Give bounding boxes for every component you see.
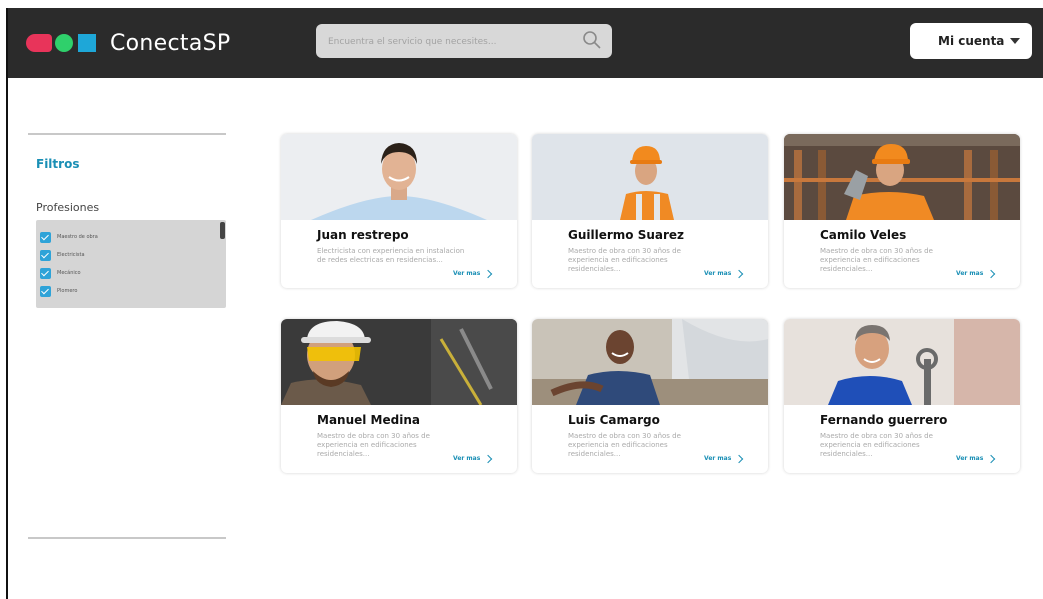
worker-name: Juan restrepo [317, 228, 409, 242]
chevron-right-icon [484, 454, 493, 463]
caret-down-icon [1010, 38, 1020, 44]
chevron-right-icon [987, 454, 996, 463]
see-more-link[interactable]: Ver mas [453, 269, 493, 278]
see-more-link[interactable]: Ver mas [453, 454, 493, 463]
worker-name: Guillermo Suarez [568, 228, 685, 242]
profession-option[interactable]: Mecánico [40, 267, 81, 279]
profession-label: Plomero [57, 288, 78, 294]
see-more-link[interactable]: Ver mas [704, 454, 744, 463]
see-more-link[interactable]: Ver mas [956, 269, 996, 278]
chevron-right-icon [735, 454, 744, 463]
worker-card[interactable]: Luis Camargo Maestro de obra con 30 años… [532, 319, 768, 473]
worker-photo [281, 134, 517, 220]
checkbox-checked-icon[interactable] [40, 231, 51, 243]
worker-card[interactable]: Guillermo Suarez Maestro de obra con 30 … [532, 134, 768, 288]
worker-name: Fernando guerrero [820, 413, 948, 427]
worker-description: Maestro de obra con 30 años de experienc… [317, 432, 430, 458]
see-more-label: Ver mas [453, 455, 481, 462]
see-more-label: Ver mas [956, 270, 984, 277]
worker-photo [784, 134, 1020, 220]
worker-description: Maestro de obra con 30 años de experienc… [568, 432, 681, 458]
see-more-label: Ver mas [453, 270, 481, 277]
top-navigation-bar: ConectaSP Mi cuenta [8, 8, 1043, 78]
brand-name: ConectaSP [110, 30, 231, 56]
checkbox-checked-icon[interactable] [40, 249, 51, 261]
worker-card[interactable]: Fernando guerrero Maestro de obra con 30… [784, 319, 1020, 473]
see-more-link[interactable]: Ver mas [956, 454, 996, 463]
professions-list[interactable]: Maestro de obra Electricista Mecánico Pl… [36, 220, 226, 308]
see-more-label: Ver mas [704, 270, 732, 277]
account-label: Mi cuenta [938, 34, 1005, 48]
worker-name: Camilo Veles [820, 228, 907, 242]
professions-title: Profesiones [36, 201, 100, 214]
account-dropdown[interactable]: Mi cuenta [910, 23, 1032, 59]
sidebar-bottom-divider [28, 537, 226, 539]
profession-option[interactable]: Plomero [40, 285, 77, 297]
worker-name: Luis Camargo [568, 413, 660, 427]
checkbox-checked-icon[interactable] [40, 285, 51, 297]
chevron-right-icon [987, 269, 996, 278]
worker-photo [532, 134, 768, 220]
profession-option[interactable]: Electricista [40, 249, 85, 261]
worker-card[interactable]: Camilo Veles Maestro de obra con 30 años… [784, 134, 1020, 288]
worker-photo [281, 319, 517, 405]
logo[interactable]: ConectaSP [26, 28, 230, 58]
worker-card[interactable]: Manuel Medina Maestro de obra con 30 año… [281, 319, 517, 473]
scrollbar-thumb[interactable] [220, 222, 225, 239]
see-more-link[interactable]: Ver mas [704, 269, 744, 278]
search-input[interactable] [326, 31, 570, 53]
see-more-label: Ver mas [704, 455, 732, 462]
worker-photo [784, 319, 1020, 405]
worker-photo [532, 319, 768, 405]
profession-option[interactable]: Maestro de obra [40, 231, 98, 243]
search-bar [316, 24, 612, 58]
profession-label: Electricista [57, 252, 85, 258]
see-more-label: Ver mas [956, 455, 984, 462]
search-icon[interactable] [582, 30, 602, 54]
profession-label: Mecánico [57, 270, 81, 276]
profession-label: Maestro de obra [57, 234, 98, 240]
worker-description: Maestro de obra con 30 años de experienc… [820, 247, 933, 273]
worker-card[interactable]: Juan restrepo Electricista con experienc… [281, 134, 517, 288]
worker-description: Electricista con experiencia en instalac… [317, 247, 465, 264]
sidebar-top-divider [28, 133, 226, 135]
checkbox-checked-icon[interactable] [40, 267, 51, 279]
filters-title[interactable]: Filtros [36, 157, 79, 171]
chevron-right-icon [484, 269, 493, 278]
logo-green-circle [55, 34, 73, 52]
worker-name: Manuel Medina [317, 413, 420, 427]
chevron-right-icon [735, 269, 744, 278]
logo-red-shape [26, 34, 52, 52]
worker-description: Maestro de obra con 30 años de experienc… [820, 432, 933, 458]
worker-description: Maestro de obra con 30 años de experienc… [568, 247, 681, 273]
logo-blue-square [78, 34, 96, 52]
